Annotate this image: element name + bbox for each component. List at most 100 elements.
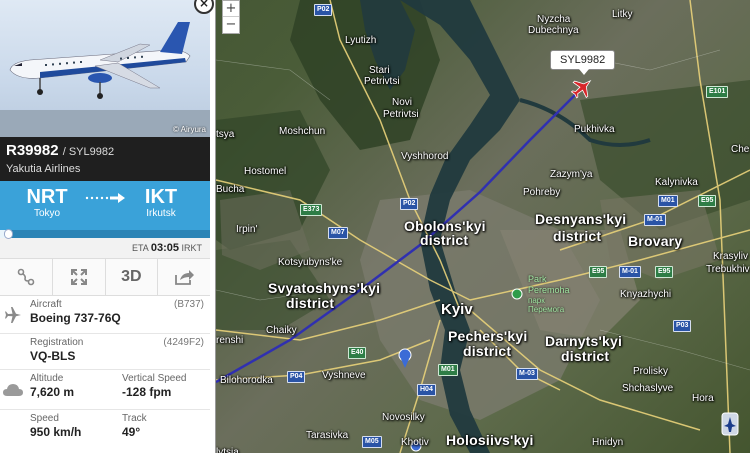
- place-label: Petrivtsi: [383, 109, 419, 120]
- place-label: Zazym'ya: [550, 169, 593, 180]
- place-label: Moshchun: [279, 126, 326, 137]
- road-shield: M05: [362, 436, 382, 448]
- road-shield: M01: [658, 195, 678, 207]
- aircraft-cell: Aircraft Boeing 737-76Q (B737): [26, 296, 210, 333]
- center-map-button[interactable]: [53, 259, 106, 295]
- road-shield: P02: [400, 198, 419, 210]
- city-label: Brovary: [628, 233, 683, 249]
- plane-icon: [0, 296, 26, 333]
- route-button[interactable]: [0, 259, 53, 295]
- speed-row: Speed 950 km/h Track 49°: [0, 410, 210, 450]
- speed-key: Speed: [30, 413, 59, 424]
- park-marker-icon[interactable]: [511, 288, 523, 300]
- district-label: Pechers'kyi: [448, 328, 528, 344]
- place-label: Vyshhorod: [401, 151, 449, 162]
- cloud-icon: [0, 370, 26, 409]
- registration-value: VQ-BLS: [30, 349, 76, 363]
- altitude-key: Altitude: [30, 373, 64, 384]
- eta-time: 03:05: [150, 242, 179, 254]
- place-label: Krasyliv: [713, 251, 749, 262]
- road-shield: P04: [287, 371, 306, 383]
- place-label: Prolisky: [633, 366, 669, 377]
- destination-city: Irkutsk: [146, 208, 176, 219]
- registration-cell: Registration VQ-BLS (4249F2): [26, 334, 210, 369]
- road-shield: E101: [706, 86, 729, 98]
- altitude-row: Altitude 7,620 m Vertical Speed -128 fpm: [0, 370, 210, 410]
- place-label: Litky: [612, 9, 633, 20]
- place-label: Che: [731, 144, 750, 155]
- vertical-speed-key: Vertical Speed: [122, 373, 187, 384]
- eta-line: ETA 03:05 IRKT: [0, 238, 210, 258]
- road-shield: M-01: [619, 266, 641, 278]
- district-label: district: [463, 343, 512, 359]
- place-label: tsya: [216, 129, 235, 140]
- place-label: Lyutizh: [345, 35, 377, 46]
- district-label: district: [286, 295, 335, 311]
- panel-toolbar: 3D: [0, 258, 210, 296]
- place-label: Hora: [692, 393, 714, 404]
- district-label: district: [420, 232, 469, 248]
- district-label: Darnyts'kyi: [545, 333, 623, 349]
- district-label: district: [561, 348, 610, 364]
- road-shield: H04: [417, 384, 436, 396]
- city-label-kyiv: Kyiv: [441, 301, 473, 318]
- zoom-out-button[interactable]: −: [223, 17, 239, 33]
- place-label: Dubechnya: [528, 25, 579, 36]
- road-shield: M01: [438, 364, 458, 376]
- aircraft-value: Boeing 737-76Q: [30, 311, 121, 325]
- close-panel-button[interactable]: ×: [194, 0, 214, 14]
- route-arrow-icon: [84, 189, 126, 212]
- road-shield: M-03: [516, 368, 538, 380]
- photo-credit: © Airyura: [172, 125, 206, 134]
- view-3d-button[interactable]: 3D: [106, 259, 159, 295]
- flight-progress-bar: [0, 229, 210, 239]
- zoom-in-button[interactable]: +: [223, 1, 239, 17]
- altitude-cell: Altitude 7,620 m: [26, 370, 118, 409]
- place-label: Bilohorodka: [220, 375, 273, 386]
- airport-marker-icon[interactable]: [721, 412, 739, 436]
- place-label: Nyzcha: [537, 14, 571, 25]
- park-label: Peremoha: [528, 285, 570, 295]
- aircraft-photo[interactable]: © Airyura: [0, 0, 210, 137]
- track-value: 49°: [122, 425, 141, 439]
- road-shield: M07: [328, 227, 348, 239]
- vertical-speed-cell: Vertical Speed -128 fpm: [118, 370, 210, 409]
- share-icon: [175, 270, 195, 285]
- origin-airport[interactable]: NRT Tokyo: [12, 186, 82, 220]
- speed-value: 950 km/h: [30, 425, 82, 439]
- eta-label: ETA: [131, 243, 149, 253]
- aircraft-row: Aircraft Boeing 737-76Q (B737): [0, 296, 210, 334]
- place-label: Hostomel: [244, 166, 287, 177]
- park-label: Перемога: [528, 305, 565, 314]
- park-label: Park: [528, 274, 547, 284]
- aircraft-callsign-tag[interactable]: SYL9982: [550, 50, 616, 75]
- road-shield: E95: [655, 266, 674, 278]
- park-label: парк: [528, 296, 545, 305]
- center-icon: [70, 269, 87, 285]
- destination-code: IKT: [144, 186, 178, 208]
- district-label: Obolons'kyi: [404, 218, 486, 234]
- place-label: Hnidyn: [592, 437, 624, 448]
- flight-registration: R39982: [6, 142, 59, 159]
- speed-cell: Speed 950 km/h: [26, 410, 118, 450]
- track-key: Track: [122, 413, 147, 424]
- district-label: district: [553, 228, 602, 244]
- place-label: Pukhivka: [574, 124, 615, 135]
- eta-timezone: IRKT: [181, 243, 202, 253]
- place-label: Kalynivka: [655, 177, 698, 188]
- place-label: Knyazhychi: [620, 289, 672, 300]
- route-icon: [17, 268, 35, 286]
- aircraft-photo-image: [0, 22, 210, 137]
- place-label: Petrivtsi: [364, 76, 400, 87]
- share-button[interactable]: [158, 259, 210, 295]
- place-label: Shchaslyve: [622, 383, 674, 394]
- destination-airport[interactable]: IKT Irkutsk: [126, 186, 196, 220]
- track-cell: Track 49°: [118, 410, 210, 450]
- road-shield: P02: [314, 4, 333, 16]
- road-shield: E95: [698, 195, 717, 207]
- flight-callsign: / SYL9982: [62, 146, 115, 158]
- road-shield: M-01: [644, 214, 666, 226]
- place-label: Novosilky: [382, 412, 425, 423]
- mode-s-code: (4249F2): [163, 337, 204, 348]
- road-shield: E95: [589, 266, 608, 278]
